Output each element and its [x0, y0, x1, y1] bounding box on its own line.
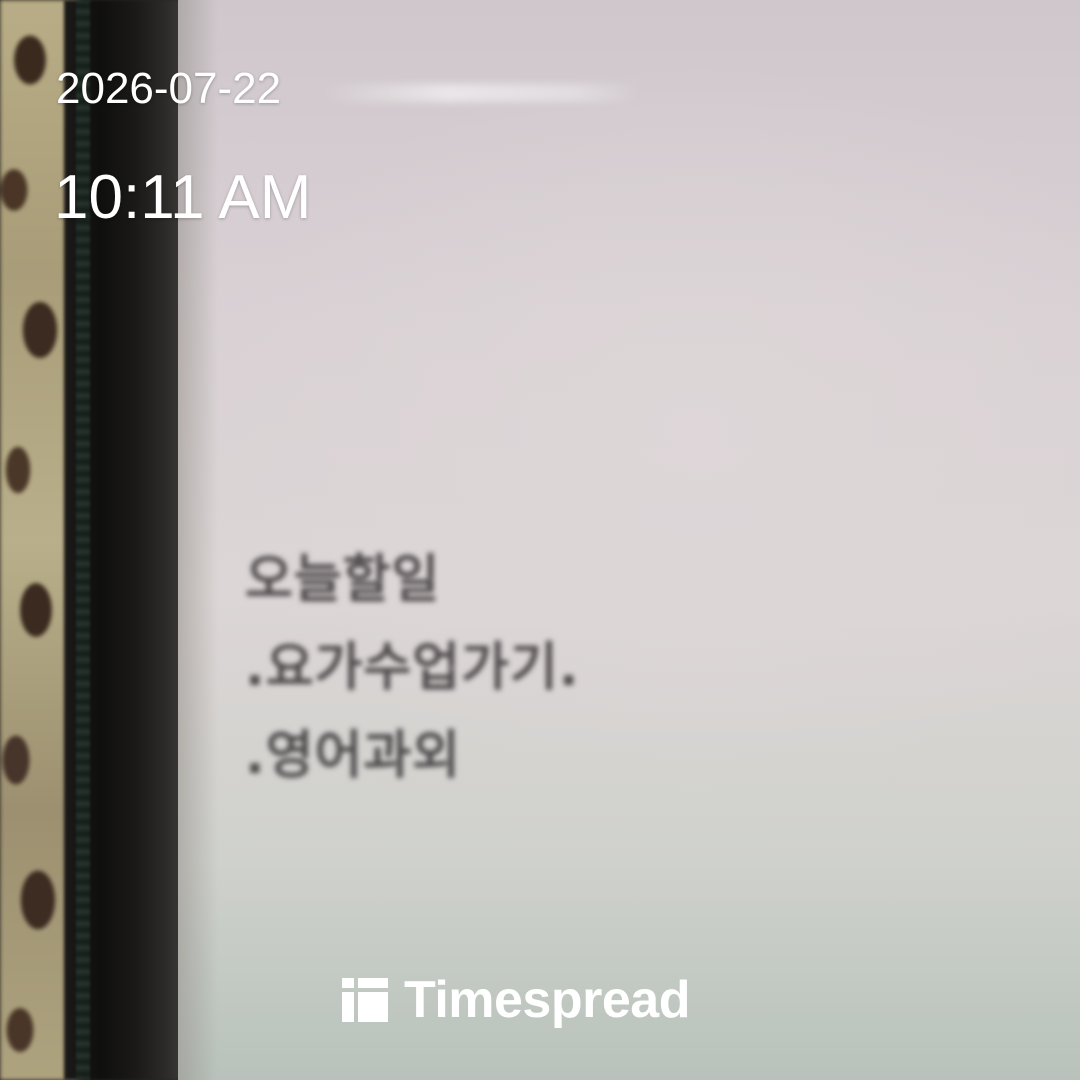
photo: 오늘할일 .요가수업가기. .영어과외 2026-07-22 10:11 AM …: [0, 0, 1080, 1080]
page-reflection: [320, 84, 640, 102]
timespread-logo-icon: [342, 978, 388, 1022]
timestamp-time: 10:11 AM: [54, 163, 312, 232]
brand-name: Timespread: [404, 971, 690, 1029]
note-item: .영어과외: [245, 726, 462, 786]
note-heading: 오늘할일: [245, 550, 441, 610]
brand-watermark: Timespread: [342, 970, 690, 1030]
todo-note: 오늘할일 .요가수업가기. .영어과외: [245, 536, 665, 800]
note-item: .요가수업가기.: [245, 638, 580, 698]
timestamp-date: 2026-07-22: [56, 64, 282, 113]
